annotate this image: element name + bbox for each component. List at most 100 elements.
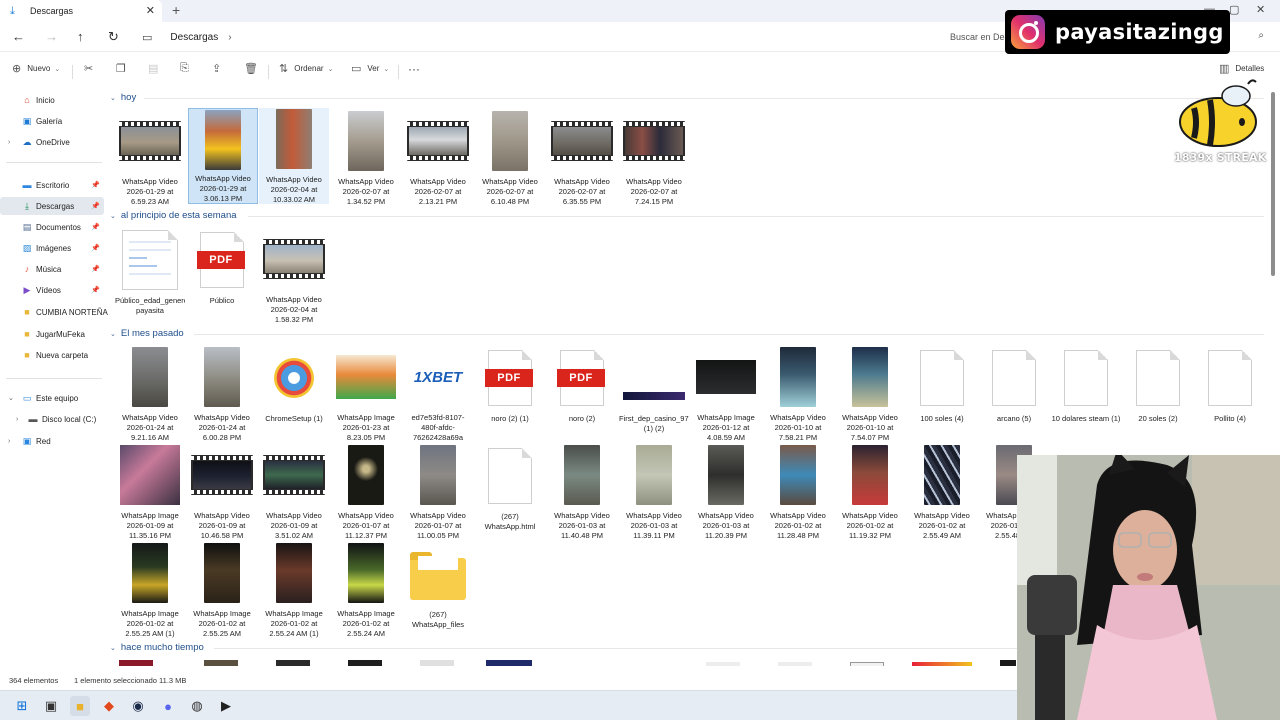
file-item[interactable]: 100 soles (4) bbox=[907, 346, 977, 442]
up-arrow-icon[interactable]: ↑ bbox=[77, 29, 84, 44]
file-item[interactable]: WhatsApp Video 2026-01-24 at 9.21.16 AM bbox=[115, 346, 185, 442]
file-item[interactable]: WhatsApp Image 2026-01-12 at 4.08.59 AM bbox=[691, 346, 761, 442]
file-item[interactable]: WhatsApp Video 2026-02-07 at 6.35.55 PM bbox=[547, 110, 617, 206]
nav-item-home[interactable]: ⌂ Inicio bbox=[0, 91, 104, 109]
tab-descargas[interactable]: ⤓ Descargas ✕ bbox=[0, 0, 162, 22]
nav-item-music[interactable]: ♪ Música 📌 bbox=[0, 260, 104, 278]
new-tab-button[interactable]: + bbox=[172, 2, 180, 18]
share-button[interactable]: ⇪ bbox=[212, 62, 221, 75]
refresh-icon[interactable]: ↻ bbox=[108, 29, 119, 45]
file-item[interactable]: WhatsApp Video 2026-01-29 at 6.59.23 AM bbox=[115, 110, 185, 206]
maximize-icon[interactable]: ▢ bbox=[1229, 3, 1239, 16]
group-header-today[interactable]: ⌄ hoy bbox=[110, 92, 136, 103]
nav-item-onedrive[interactable]: › ☁ OneDrive bbox=[0, 133, 104, 151]
image-thumbnail[interactable] bbox=[486, 660, 532, 666]
file-item[interactable]: WhatsApp Image 2026-01-02 at 2.55.24 AM … bbox=[259, 542, 329, 638]
group-header-week[interactable]: ⌄ al principio de esta semana bbox=[110, 210, 237, 221]
chevron-down-icon[interactable]: ⌄ bbox=[8, 394, 14, 402]
file-item[interactable]: First_dep_casino_970x90_PE (1) (2) bbox=[619, 346, 689, 442]
breadcrumb-descargas[interactable]: Descargas bbox=[170, 32, 218, 43]
image-thumbnail[interactable] bbox=[1000, 660, 1016, 666]
view-button[interactable]: ▭ Ver ⌄ bbox=[351, 62, 389, 75]
back-arrow-icon[interactable]: ← bbox=[12, 29, 25, 44]
file-item[interactable]: WhatsApp Image 2026-01-02 at 2.55.24 AM bbox=[331, 542, 401, 638]
media-player-icon[interactable]: ▶ bbox=[216, 696, 236, 716]
steam-icon[interactable]: ◉ bbox=[128, 696, 148, 716]
file-item[interactable]: Pollito (4) bbox=[1195, 346, 1265, 442]
file-item[interactable]: PDF noro (2) (1) bbox=[475, 346, 545, 442]
discord-icon[interactable]: ● bbox=[158, 696, 178, 716]
file-item[interactable]: WhatsApp Video 2026-01-10 at 7.58.21 PM bbox=[763, 346, 833, 442]
file-explorer-icon[interactable]: ■ bbox=[70, 696, 90, 716]
nav-item-local-disk[interactable]: › ▬ Disco local (C:) bbox=[0, 410, 104, 428]
delete-button[interactable]: 🗑 bbox=[244, 62, 258, 75]
nav-item-jugar[interactable]: ■ JugarMuFeka bbox=[0, 325, 104, 343]
file-item[interactable]: PDF noro (2) bbox=[547, 346, 617, 442]
file-item[interactable]: ChromeSetup (1) bbox=[259, 346, 329, 442]
image-thumbnail[interactable] bbox=[850, 662, 884, 666]
file-item[interactable]: WhatsApp Video 2026-01-02 at 11.28.48 PM bbox=[763, 444, 833, 540]
group-header-last-month[interactable]: ⌄ El mes pasado bbox=[110, 328, 184, 339]
search-icon[interactable]: ⌕ bbox=[1258, 30, 1264, 41]
file-item[interactable]: WhatsApp Video 2026-02-07 at 6.10.48 PM bbox=[475, 110, 545, 206]
image-thumbnail[interactable] bbox=[706, 662, 740, 666]
tab-close-icon[interactable]: ✕ bbox=[146, 4, 155, 17]
nav-item-gallery[interactable]: ▣ Galería bbox=[0, 112, 104, 130]
file-item[interactable]: WhatsApp Image 2026-01-02 at 2.55.25 AM … bbox=[115, 542, 185, 638]
file-item[interactable]: WhatsApp Image 2026-01-02 at 2.55.25 AM bbox=[187, 542, 257, 638]
new-button[interactable]: ⊕ Nuevo ⌄ bbox=[12, 62, 60, 75]
file-item[interactable]: WhatsApp Video 2026-02-07 at 2.13.21 PM bbox=[403, 110, 473, 206]
more-options-button[interactable]: ··· bbox=[408, 62, 420, 76]
task-view-icon[interactable]: ▣ bbox=[41, 696, 61, 716]
chevron-right-icon[interactable]: › bbox=[8, 139, 10, 146]
chevron-right-icon[interactable]: › bbox=[228, 32, 231, 43]
nav-item-this-pc[interactable]: ⌄ ▭ Este equipo bbox=[0, 389, 104, 407]
paste-button[interactable]: ▤ bbox=[148, 62, 158, 75]
nav-item-downloads[interactable]: ⤓ Descargas 📌 bbox=[0, 197, 104, 215]
file-item[interactable]: 1XBET ed7e53fd-8107-480f-afdc-76262428a6… bbox=[403, 346, 473, 442]
nav-item-videos[interactable]: ▶ Vídeos 📌 bbox=[0, 281, 104, 299]
file-item[interactable]: WhatsApp Video 2026-01-02 at 11.19.32 PM bbox=[835, 444, 905, 540]
file-item[interactable]: WhatsApp Image 2026-01-23 at 8.23.05 PM bbox=[331, 346, 401, 442]
file-item[interactable]: WhatsApp Video 2026-02-07 at 7.24.15 PM bbox=[619, 110, 689, 206]
file-item[interactable]: 10 dolares steam (1) bbox=[1051, 346, 1121, 442]
file-item[interactable]: arcano (5) bbox=[979, 346, 1049, 442]
sort-button[interactable]: ⇅ Ordenar ⌄ bbox=[279, 62, 333, 75]
file-item[interactable]: WhatsApp Video 2026-02-04 at 1.58.32 PM bbox=[259, 228, 329, 324]
file-item[interactable]: WhatsApp Video 2026-01-03 at 11.40.48 PM bbox=[547, 444, 617, 540]
file-item[interactable]: WhatsApp Video 2026-01-02 at 2.55.49 AM bbox=[907, 444, 977, 540]
file-item[interactable]: (267) WhatsApp.html bbox=[475, 444, 545, 540]
obs-icon[interactable]: ◍ bbox=[187, 696, 207, 716]
file-item[interactable]: WhatsApp Video 2026-01-10 at 7.54.07 PM bbox=[835, 346, 905, 442]
nav-item-nueva-carpeta[interactable]: ■ Nueva carpeta bbox=[0, 346, 104, 364]
file-item[interactable]: 20 soles (2) bbox=[1123, 346, 1193, 442]
breadcrumb[interactable]: ▭ Descargas › bbox=[134, 26, 934, 48]
nav-item-network[interactable]: › ▣ Red bbox=[0, 432, 104, 450]
vertical-scrollbar[interactable] bbox=[1271, 92, 1275, 276]
copy-button[interactable]: ❐ bbox=[116, 62, 126, 75]
image-thumbnail[interactable] bbox=[420, 660, 454, 666]
group-header-long-ago[interactable]: ⌄ hace mucho tiempo bbox=[110, 642, 204, 653]
file-item[interactable]: Público_edad_genero_pais payasita bbox=[115, 228, 185, 332]
image-thumbnail[interactable] bbox=[204, 660, 238, 666]
chevron-right-icon[interactable]: › bbox=[8, 438, 10, 445]
file-item[interactable]: WhatsApp Image 2026-01-09 at 11.35.16 PM bbox=[115, 444, 185, 540]
close-window-icon[interactable]: ✕ bbox=[1256, 3, 1265, 16]
rename-button[interactable]: ⎘ bbox=[180, 62, 189, 75]
image-thumbnail[interactable] bbox=[276, 660, 310, 666]
file-item[interactable]: WhatsApp Video 2026-01-07 at 11.12.37 PM bbox=[331, 444, 401, 540]
cut-button[interactable]: ✂ bbox=[84, 62, 93, 75]
file-item[interactable]: PDF Público bbox=[187, 228, 257, 324]
image-thumbnail[interactable] bbox=[778, 662, 812, 666]
brave-icon[interactable]: ◆ bbox=[99, 696, 119, 716]
nav-item-images[interactable]: ▨ Imágenes 📌 bbox=[0, 239, 104, 257]
forward-arrow-icon[interactable]: → bbox=[45, 29, 58, 44]
chevron-right-icon[interactable]: › bbox=[16, 416, 18, 423]
nav-item-desktop[interactable]: ▬ Escritorio 📌 bbox=[0, 176, 104, 194]
image-thumbnail[interactable] bbox=[348, 660, 382, 666]
file-item[interactable]: (267) WhatsApp_files bbox=[403, 542, 473, 638]
file-item[interactable]: WhatsApp Video 2026-01-09 at 10.46.58 PM bbox=[187, 444, 257, 540]
file-item[interactable]: WhatsApp Video 2026-01-24 at 6.00.28 PM bbox=[187, 346, 257, 442]
image-thumbnail[interactable] bbox=[119, 660, 153, 666]
details-button[interactable]: ▥ Detalles bbox=[1219, 62, 1264, 75]
